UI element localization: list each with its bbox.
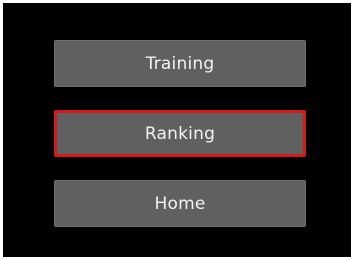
training-button[interactable]: Training	[54, 40, 306, 87]
ranking-button[interactable]: Ranking	[54, 110, 306, 157]
home-button-label: Home	[154, 193, 206, 214]
training-button-label: Training	[145, 53, 215, 74]
menu-screen: Training Ranking Home	[3, 3, 351, 257]
home-button[interactable]: Home	[54, 180, 306, 227]
ranking-button-label: Ranking	[144, 123, 216, 144]
